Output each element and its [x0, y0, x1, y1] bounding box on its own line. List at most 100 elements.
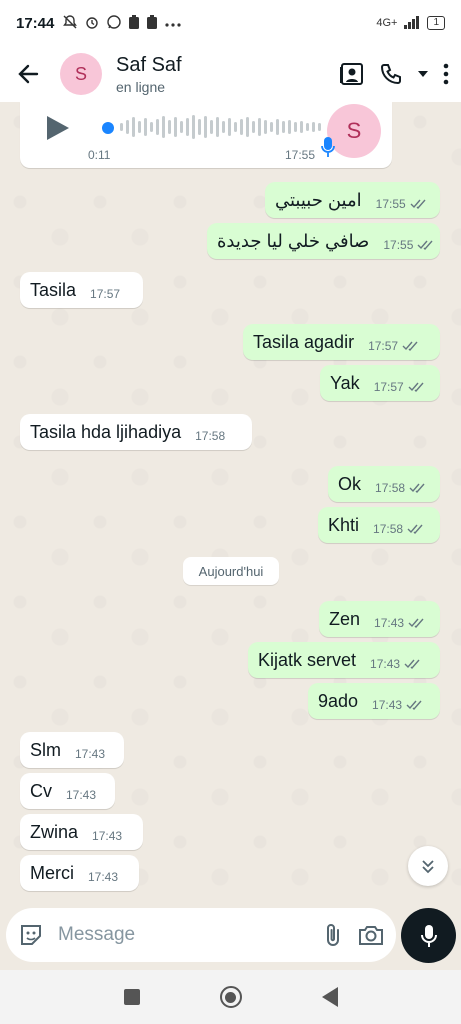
message-text: Tasila agadir	[253, 331, 355, 352]
kebab-menu-icon	[443, 63, 449, 85]
contact-card-icon	[340, 63, 363, 85]
read-ticks-icon	[417, 240, 435, 250]
chat-area[interactable]: 0:11 17:55 S امين حبيبتي 17:55 صافي خلي …	[0, 102, 461, 908]
playhead[interactable]	[102, 122, 114, 134]
contact-avatar[interactable]: S	[60, 53, 102, 95]
video-call-button[interactable]	[339, 61, 365, 87]
incoming-message[interactable]: Merci 17:43	[20, 855, 139, 891]
phone-icon	[380, 64, 401, 85]
back-button[interactable]	[12, 58, 44, 90]
message-text: Zen	[329, 608, 361, 629]
incoming-message[interactable]: Cv 17:43	[20, 773, 115, 809]
message-time: 17:58	[375, 481, 406, 495]
message-time: 17:43	[372, 698, 403, 712]
alarm-icon	[84, 14, 100, 33]
voice-waveform[interactable]	[120, 114, 330, 140]
read-ticks-icon	[409, 483, 427, 493]
message-time: 17:43	[88, 870, 119, 884]
mute-icon	[62, 14, 78, 33]
chat-header: S Saf Saf en ligne	[0, 46, 461, 102]
message-time: 17:55	[383, 238, 414, 252]
read-ticks-icon	[407, 524, 425, 534]
outgoing-message[interactable]: Ok 17:58	[328, 466, 440, 502]
notification-icon	[128, 14, 140, 33]
message-time: 17:43	[66, 788, 97, 802]
attach-button[interactable]	[324, 922, 342, 948]
message-composer: Message	[6, 908, 396, 962]
message-time: 17:58	[195, 429, 226, 443]
message-text: Khti	[328, 514, 360, 535]
outgoing-message[interactable]: صافي خلي ليا جديدة 17:55	[207, 223, 440, 259]
message-text: Tasila	[30, 279, 77, 300]
message-time: 17:57	[368, 339, 399, 353]
double-chevron-down-icon	[422, 860, 434, 874]
message-time: 17:43	[75, 747, 106, 761]
sticker-button[interactable]	[18, 922, 44, 948]
battery-icon: 1	[427, 16, 445, 30]
outgoing-message[interactable]: Kijatk servet 17:43	[248, 642, 440, 678]
caret-down-icon	[418, 71, 428, 77]
read-ticks-icon	[406, 700, 424, 710]
contact-status: en ligne	[116, 78, 166, 95]
notification-icon	[146, 14, 158, 33]
read-ticks-icon	[410, 199, 428, 209]
outgoing-message[interactable]: امين حبيبتي 17:55	[265, 182, 440, 218]
message-text: Tasila hda ljihadiya	[30, 421, 182, 442]
message-time: 17:58	[373, 522, 404, 536]
camera-button[interactable]	[358, 924, 384, 946]
status-time: 17:44	[16, 14, 55, 32]
outgoing-message[interactable]: Zen 17:43	[319, 601, 440, 637]
outgoing-message[interactable]: Yak 17:57	[320, 365, 440, 401]
recents-button[interactable]	[123, 989, 140, 1005]
message-text: Kijatk servet	[258, 649, 357, 670]
home-button[interactable]	[219, 986, 242, 1008]
message-text: Zwina	[30, 821, 79, 842]
message-text: امين حبيبتي	[275, 189, 362, 210]
header-actions	[339, 61, 449, 87]
message-text: صافي خلي ليا جديدة	[217, 230, 370, 251]
message-time: 17:43	[92, 829, 123, 843]
incoming-message[interactable]: Slm 17:43	[20, 732, 124, 768]
status-bar: 17:44 4G+ 1	[0, 0, 461, 46]
camera-icon	[359, 926, 383, 945]
message-time: 17:55	[375, 197, 406, 211]
outgoing-message[interactable]: 9ado 17:43	[308, 683, 440, 719]
play-icon	[47, 116, 69, 140]
network-label: 4G+	[376, 17, 398, 29]
message-text: 9ado	[318, 690, 359, 711]
message-text: Ok	[338, 473, 362, 494]
incoming-message[interactable]: Tasila 17:57	[20, 272, 143, 308]
mic-icon	[320, 136, 336, 163]
play-button[interactable]	[44, 114, 70, 147]
contact-name: Saf Saf	[116, 53, 182, 76]
message-text: Slm	[30, 739, 61, 760]
voice-call-button[interactable]	[379, 62, 403, 86]
back-nav-button[interactable]	[321, 987, 338, 1007]
more-notifications-icon	[164, 16, 182, 31]
incoming-message[interactable]: Zwina 17:43	[20, 814, 143, 850]
outgoing-message[interactable]: Khti 17:58	[318, 507, 440, 543]
menu-button[interactable]	[443, 63, 449, 85]
incoming-message[interactable]: Tasila hda ljihadiya 17:58	[20, 414, 252, 450]
whatsapp-icon	[106, 14, 122, 33]
outgoing-message[interactable]: Tasila agadir 17:57	[243, 324, 440, 360]
read-ticks-icon	[408, 382, 426, 392]
read-ticks-icon	[408, 618, 426, 628]
message-text: Merci	[30, 862, 74, 883]
call-options-button[interactable]	[417, 70, 429, 78]
signal-icon	[403, 15, 421, 32]
sticker-icon	[21, 925, 41, 945]
scroll-to-bottom-button[interactable]	[408, 846, 448, 886]
status-icons	[62, 14, 182, 33]
message-time: 17:43	[370, 657, 401, 671]
record-voice-button[interactable]	[401, 908, 456, 963]
avatar-initial: S	[74, 63, 87, 84]
paperclip-icon	[327, 924, 339, 946]
message-input[interactable]: Message	[58, 924, 308, 946]
message-text: Yak	[330, 372, 360, 393]
read-ticks-icon	[402, 341, 420, 351]
message-text: Cv	[30, 780, 52, 801]
contact-info[interactable]: Saf Saf en ligne	[116, 54, 182, 95]
status-right: 4G+ 1	[376, 15, 445, 32]
voice-duration: 0:11	[88, 148, 111, 162]
